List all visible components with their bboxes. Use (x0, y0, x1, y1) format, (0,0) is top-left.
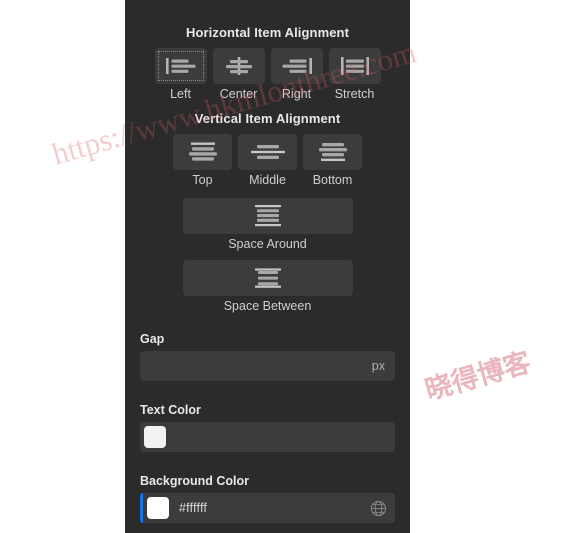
align-center-button[interactable] (212, 48, 265, 84)
vertical-alignment-group: Top Middle Bottom (125, 134, 410, 187)
align-stretch-icon (340, 57, 369, 75)
align-left-icon (165, 58, 195, 74)
space-around-label: Space Around (228, 237, 307, 251)
text-color-input[interactable] (140, 422, 395, 452)
align-top-cell: Top (173, 134, 232, 187)
align-bottom-icon (318, 143, 347, 161)
align-middle-button[interactable] (238, 134, 297, 170)
align-stretch-label: Stretch (334, 87, 375, 101)
globe-icon[interactable] (370, 500, 387, 517)
background-color-swatch[interactable] (147, 497, 169, 519)
space-between-cell: Space Between (182, 260, 353, 313)
align-middle-label: Middle (249, 173, 286, 187)
text-color-field: Text Color (125, 403, 410, 452)
background-color-label: Background Color (140, 474, 250, 488)
text-color-label: Text Color (140, 403, 201, 417)
align-left-button[interactable] (154, 48, 207, 84)
horizontal-alignment-group: Left Center Right Stretch (125, 48, 410, 101)
align-top-button[interactable] (173, 134, 232, 170)
properties-panel: Horizontal Item Alignment Left Center Ri… (125, 0, 410, 533)
align-center-cell: Center (212, 48, 265, 101)
align-center-icon (225, 57, 252, 75)
align-right-label: Right (281, 87, 312, 101)
background-color-field: Background Color #ffffff (125, 474, 410, 523)
align-right-icon (282, 58, 312, 74)
vertical-alignment-title: Vertical Item Alignment (194, 111, 341, 126)
space-between-label: Space Between (223, 299, 312, 313)
align-middle-icon (250, 145, 285, 159)
background-color-value: #ffffff (179, 501, 208, 515)
gap-input[interactable]: px (140, 351, 395, 381)
space-around-icon (254, 205, 281, 227)
space-between-button[interactable] (182, 260, 353, 296)
align-top-icon (188, 142, 217, 161)
align-top-label: Top (192, 173, 213, 187)
align-bottom-label: Bottom (312, 173, 353, 187)
align-stretch-button[interactable] (328, 48, 381, 84)
align-left-cell: Left (154, 48, 207, 101)
align-stretch-cell: Stretch (328, 48, 381, 101)
align-right-cell: Right (270, 48, 323, 101)
horizontal-alignment-title: Horizontal Item Alignment (185, 25, 350, 40)
watermark-text: 晓得博客 (421, 346, 535, 406)
background-color-input[interactable]: #ffffff (140, 493, 395, 523)
space-between-group: Space Between (125, 260, 410, 313)
align-bottom-button[interactable] (303, 134, 362, 170)
gap-label: Gap (140, 332, 165, 346)
space-between-icon (254, 268, 281, 288)
align-middle-cell: Middle (238, 134, 297, 187)
gap-unit: px (371, 359, 385, 373)
space-around-group: Space Around (125, 198, 410, 251)
align-left-label: Left (170, 87, 191, 101)
align-center-label: Center (219, 87, 258, 101)
space-around-cell: Space Around (182, 198, 353, 251)
text-color-swatch[interactable] (144, 426, 166, 448)
gap-field: Gap px (125, 332, 410, 381)
space-around-button[interactable] (182, 198, 353, 234)
align-right-button[interactable] (270, 48, 323, 84)
align-bottom-cell: Bottom (303, 134, 362, 187)
